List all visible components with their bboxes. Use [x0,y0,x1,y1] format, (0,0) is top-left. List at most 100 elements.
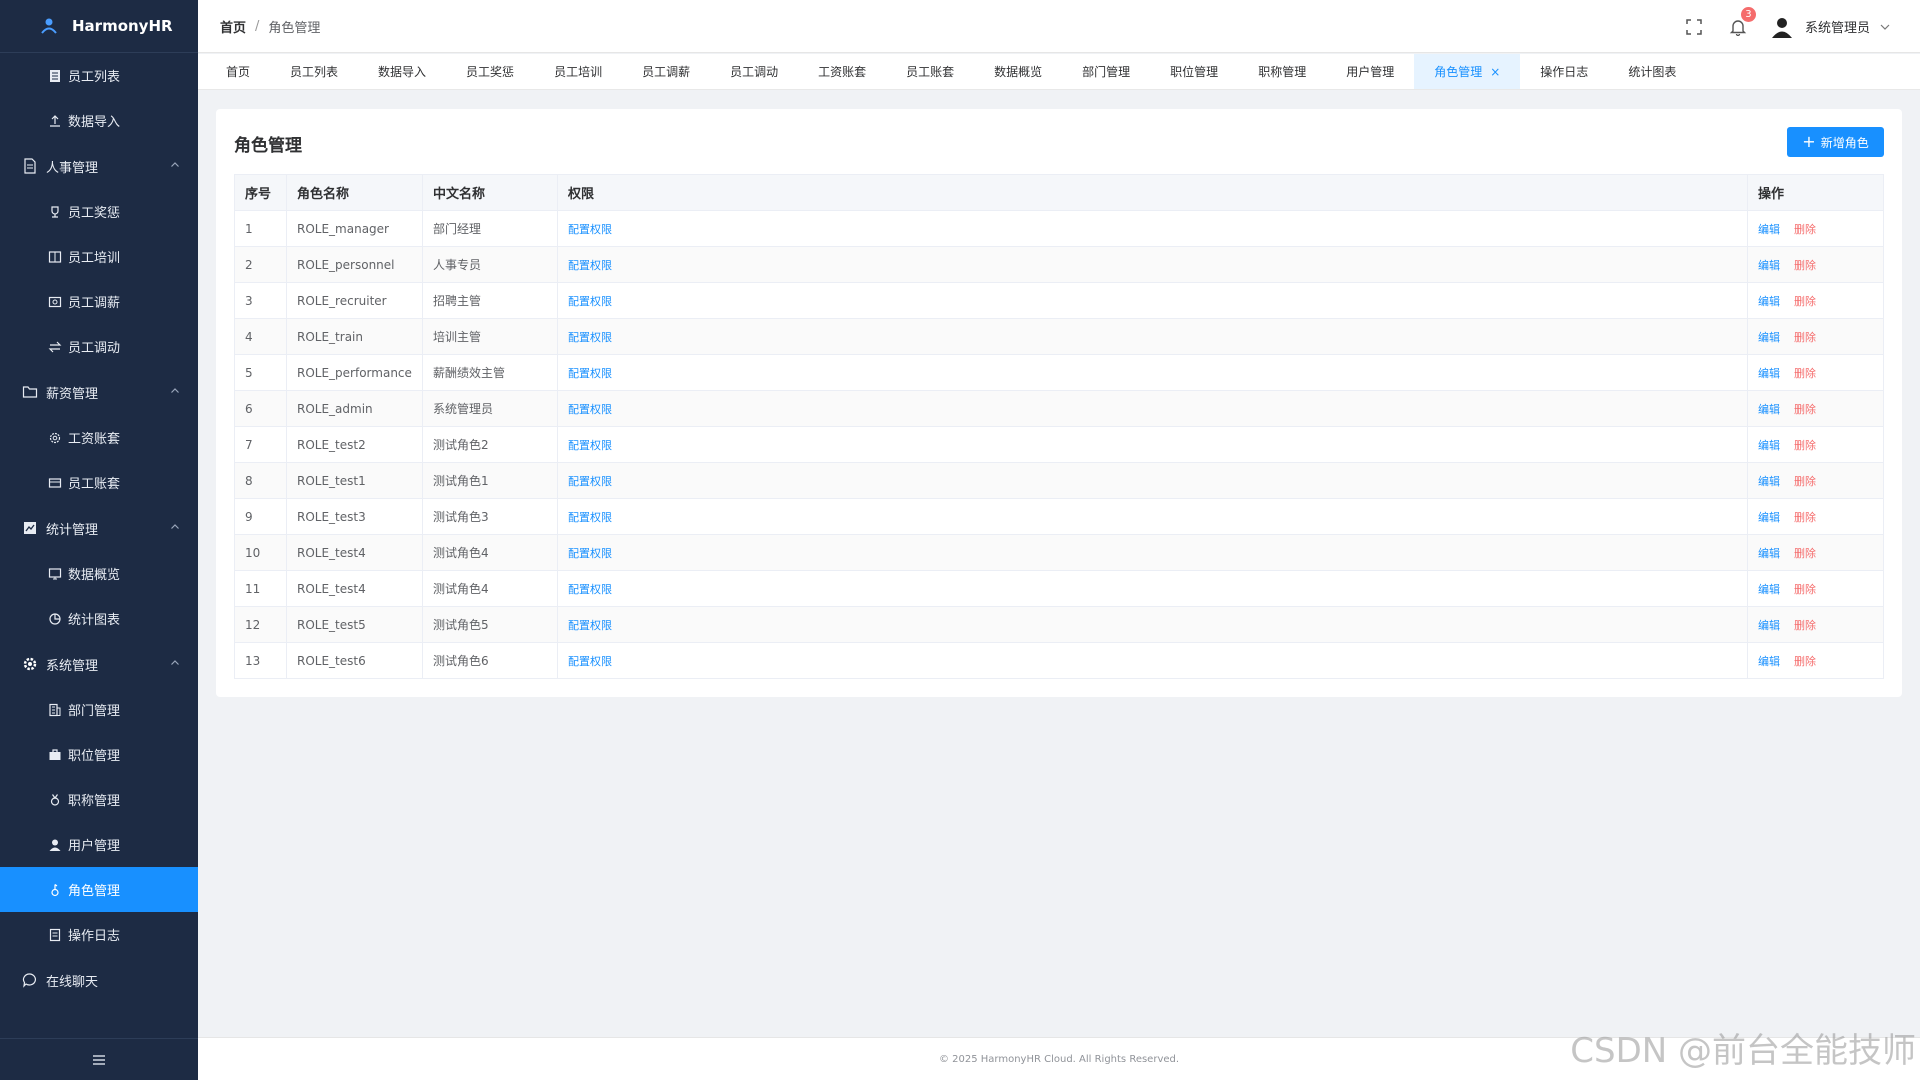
tab-5[interactable]: 员工调薪 [622,54,710,89]
configure-permission-link[interactable]: 配置权限 [568,475,612,488]
delete-link[interactable]: 删除 [1794,619,1816,632]
delete-link[interactable]: 删除 [1794,403,1816,416]
delete-link[interactable]: 删除 [1794,295,1816,308]
page-title: 角色管理 [234,136,302,156]
sidebar-item-0[interactable]: 员工列表 [0,53,198,98]
sidebar-item-20[interactable]: 在线聊天 [0,957,198,1003]
delete-link[interactable]: 删除 [1794,439,1816,452]
column-header-role-name: 角色名称 [286,174,423,211]
configure-permission-link[interactable]: 配置权限 [568,583,612,596]
edit-link[interactable]: 编辑 [1758,259,1780,272]
configure-permission-link[interactable]: 配置权限 [568,511,612,524]
sidebar-group-7[interactable]: 薪资管理 [0,369,198,415]
tab-1[interactable]: 员工列表 [270,54,358,89]
sidebar-item-15[interactable]: 职位管理 [0,732,198,777]
cell-permission: 配置权限 [557,534,1748,571]
tab-6[interactable]: 员工调动 [710,54,798,89]
tab-0[interactable]: 首页 [206,54,270,89]
edit-link[interactable]: 编辑 [1758,655,1780,668]
tab-8[interactable]: 员工账套 [886,54,974,89]
add-role-button-label: 新增角色 [1820,135,1869,150]
table-row: 9 ROLE_test3 测试角色3 配置权限 编辑 删除 [234,498,1884,535]
edit-link[interactable]: 编辑 [1758,619,1780,632]
app-logo[interactable]: HarmonyHR [0,0,198,53]
tab-12[interactable]: 职称管理 [1238,54,1326,89]
table-row: 6 ROLE_admin 系统管理员 配置权限 编辑 删除 [234,390,1884,427]
tab-7[interactable]: 工资账套 [798,54,886,89]
edit-link[interactable]: 编辑 [1758,367,1780,380]
configure-permission-link[interactable]: 配置权限 [568,439,612,452]
edit-link[interactable]: 编辑 [1758,439,1780,452]
sidebar-item-14[interactable]: 部门管理 [0,687,198,732]
tab-15[interactable]: 操作日志 [1520,54,1608,89]
delete-link[interactable]: 删除 [1794,223,1816,236]
tab-10[interactable]: 部门管理 [1062,54,1150,89]
delete-link[interactable]: 删除 [1794,655,1816,668]
close-icon[interactable]: × [1490,65,1500,79]
edit-link[interactable]: 编辑 [1758,331,1780,344]
tab-11[interactable]: 职位管理 [1150,54,1238,89]
sidebar-collapse-button[interactable] [0,1038,198,1080]
sidebar-item-5[interactable]: 员工调薪 [0,279,198,324]
sidebar-item-label: 在线聊天 [46,974,99,990]
cell-role-name: ROLE_test6 [286,642,423,679]
sidebar-item-8[interactable]: 工资账套 [0,415,198,460]
sidebar-item-6[interactable]: 员工调动 [0,324,198,369]
tab-14[interactable]: 角色管理 × [1414,54,1521,89]
sidebar-item-3[interactable]: 员工奖惩 [0,189,198,234]
sidebar-item-1[interactable]: 数据导入 [0,98,198,143]
add-role-button[interactable]: + 新增角色 [1787,127,1884,157]
configure-permission-link[interactable]: 配置权限 [568,403,612,416]
cell-index: 13 [234,642,287,679]
configure-permission-link[interactable]: 配置权限 [568,295,612,308]
configure-permission-link[interactable]: 配置权限 [568,223,612,236]
avatar [1771,16,1793,38]
sidebar-item-19[interactable]: 操作日志 [0,912,198,957]
tab-13[interactable]: 用户管理 [1326,54,1414,89]
tab-16[interactable]: 统计图表 [1608,54,1696,89]
sidebar-item-11[interactable]: 数据概览 [0,551,198,596]
breadcrumb-home[interactable]: 首页 [220,17,246,36]
user-menu[interactable]: 系统管理员 [1771,16,1890,38]
edit-link[interactable]: 编辑 [1758,583,1780,596]
cell-actions: 编辑 删除 [1747,354,1884,391]
fullscreen-icon[interactable] [1685,18,1703,36]
sidebar-item-16[interactable]: 职称管理 [0,777,198,822]
sidebar-group-2[interactable]: 人事管理 [0,143,198,189]
tab-4[interactable]: 员工培训 [534,54,622,89]
delete-link[interactable]: 删除 [1794,259,1816,272]
configure-permission-link[interactable]: 配置权限 [568,655,612,668]
sidebar-item-9[interactable]: 员工账套 [0,460,198,505]
edit-link[interactable]: 编辑 [1758,223,1780,236]
sidebar-item-17[interactable]: 用户管理 [0,822,198,867]
edit-link[interactable]: 编辑 [1758,403,1780,416]
edit-link[interactable]: 编辑 [1758,547,1780,560]
edit-link[interactable]: 编辑 [1758,511,1780,524]
sidebar-item-18[interactable]: 角色管理 [0,867,198,912]
configure-permission-link[interactable]: 配置权限 [568,259,612,272]
configure-permission-link[interactable]: 配置权限 [568,331,612,344]
delete-link[interactable]: 删除 [1794,511,1816,524]
configure-permission-link[interactable]: 配置权限 [568,547,612,560]
delete-link[interactable]: 删除 [1794,547,1816,560]
sidebar-group-13[interactable]: 系统管理 [0,641,198,687]
tab-3[interactable]: 员工奖惩 [446,54,534,89]
cell-index: 9 [234,498,287,535]
list-icon [48,69,62,83]
sidebar-item-12[interactable]: 统计图表 [0,596,198,641]
cell-role-name: ROLE_performance [286,354,423,391]
app-name: HarmonyHR [72,17,173,35]
delete-link[interactable]: 删除 [1794,583,1816,596]
sidebar-item-4[interactable]: 员工培训 [0,234,198,279]
delete-link[interactable]: 删除 [1794,331,1816,344]
tab-2[interactable]: 数据导入 [358,54,446,89]
delete-link[interactable]: 删除 [1794,367,1816,380]
bell-icon[interactable]: 3 [1729,6,1756,36]
edit-link[interactable]: 编辑 [1758,475,1780,488]
tab-9[interactable]: 数据概览 [974,54,1062,89]
sidebar-group-10[interactable]: 统计管理 [0,505,198,551]
configure-permission-link[interactable]: 配置权限 [568,367,612,380]
delete-link[interactable]: 删除 [1794,475,1816,488]
configure-permission-link[interactable]: 配置权限 [568,619,612,632]
edit-link[interactable]: 编辑 [1758,295,1780,308]
